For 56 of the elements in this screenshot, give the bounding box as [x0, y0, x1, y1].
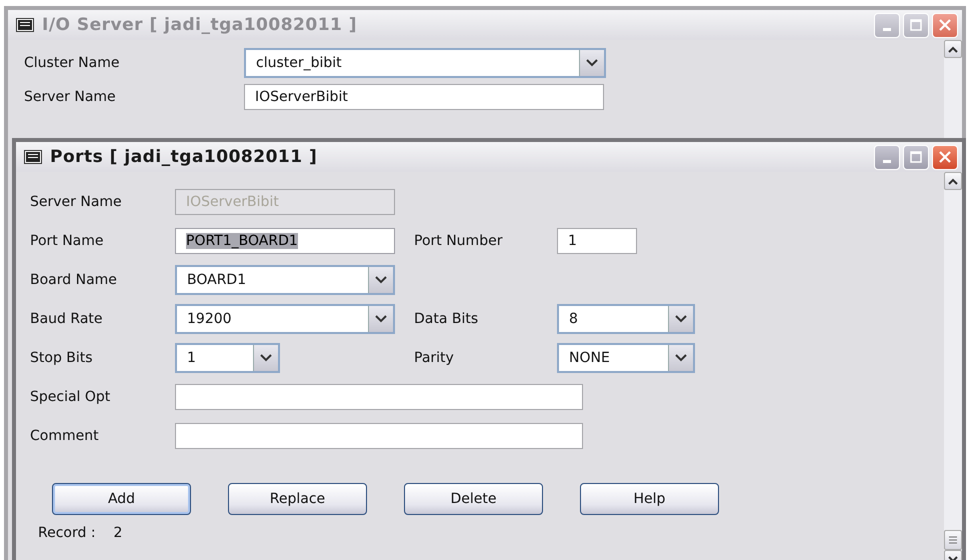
form-button[interactable]: Replace [228, 483, 367, 515]
window-title: I/O Server [ jadi_tga10082011 ] [42, 15, 358, 35]
scroll-thumb[interactable] [944, 530, 962, 550]
window-icon [16, 18, 34, 32]
chevron-down-icon [675, 354, 687, 362]
chevron-down-icon [375, 314, 387, 322]
chevron-down-icon [675, 314, 687, 322]
minimize-icon [883, 160, 891, 162]
minimize-icon [883, 28, 891, 30]
maximize-icon [910, 19, 922, 31]
scroll-up-button[interactable] [944, 40, 962, 58]
form-button[interactable]: Add [52, 483, 191, 515]
maximize-button[interactable] [903, 144, 929, 170]
chevron-up-icon [948, 46, 958, 52]
text-field[interactable]: PORT1_BOARD1 [175, 228, 395, 254]
maximize-button[interactable] [903, 12, 929, 38]
dropdown[interactable]: 8 [557, 304, 695, 334]
dropdown[interactable]: BOARD1 [175, 264, 395, 294]
text-field[interactable] [175, 422, 583, 448]
maximize-icon [910, 151, 922, 163]
record-count: 2 [114, 525, 122, 541]
field-label: Server Name [24, 89, 117, 105]
chevron-down-icon [375, 276, 387, 284]
field-label: Data Bits [414, 310, 480, 326]
chevron-down-icon [260, 354, 272, 362]
field-label: Stop Bits [30, 350, 94, 366]
field-label: Server Name [30, 194, 123, 210]
dropdown[interactable]: cluster_bibit [244, 48, 606, 78]
field-label: Cluster Name [24, 55, 120, 71]
text-field[interactable] [175, 384, 583, 410]
form-button[interactable]: Help [580, 483, 719, 515]
grip-icon [948, 536, 958, 544]
minimize-button[interactable] [874, 144, 900, 170]
close-button[interactable] [932, 144, 958, 170]
text-field[interactable]: 1 [557, 228, 637, 254]
window-icon [24, 150, 42, 164]
record-label: Record : [38, 525, 96, 541]
chevron-down-icon [586, 59, 598, 67]
close-icon [939, 151, 951, 163]
scroll-up-button[interactable] [944, 172, 962, 190]
field-label: Parity [414, 350, 455, 366]
field-label: Special Opt [30, 388, 112, 404]
dropdown[interactable]: 19200 [175, 304, 395, 334]
field-label: Comment [30, 428, 100, 444]
field-label: Baud Rate [30, 310, 104, 326]
form-button[interactable]: Delete [404, 483, 543, 515]
window-title: Ports [ jadi_tga10082011 ] [50, 147, 318, 167]
field-label: Board Name [30, 272, 118, 288]
text-field[interactable]: IOServerBibit [244, 84, 604, 110]
minimize-button[interactable] [874, 12, 900, 38]
field-label: Port Number [414, 232, 504, 248]
dropdown[interactable]: 1 [175, 342, 280, 372]
field-label: Port Name [30, 232, 105, 248]
dropdown[interactable]: NONE [557, 342, 695, 372]
chevron-up-icon [948, 178, 958, 184]
close-icon [939, 19, 951, 31]
